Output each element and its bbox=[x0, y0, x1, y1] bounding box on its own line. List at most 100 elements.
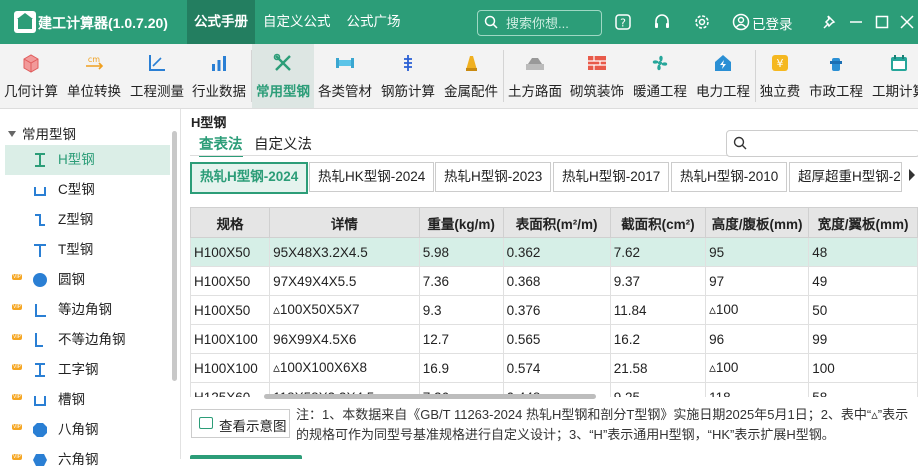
table-row[interactable]: H100X100 96X99X4.5X6 12.7 0.565 16.2 96 … bbox=[190, 324, 918, 354]
table-cell: 118 bbox=[705, 382, 810, 397]
ribbon-masonry[interactable]: 砌筑装饰 bbox=[566, 44, 628, 108]
table-cell: 0.362 bbox=[502, 237, 611, 267]
pin-icon[interactable] bbox=[820, 12, 840, 32]
nav-formula-handbook[interactable]: 公式手册 bbox=[187, 0, 255, 44]
vip-badge: VIP bbox=[12, 454, 23, 460]
fan-icon bbox=[652, 55, 668, 71]
standard-tab-h-2024[interactable]: 热轧H型钢-2024 bbox=[190, 162, 309, 194]
table-cell: 48 bbox=[808, 237, 918, 267]
table-cell: 11.84 bbox=[609, 295, 707, 325]
unit-convert-icon: cm bbox=[86, 55, 104, 70]
octagon-icon bbox=[33, 423, 47, 437]
rebar-icon bbox=[404, 55, 412, 71]
road-icon bbox=[526, 58, 544, 70]
sidebar-item-octagon[interactable]: VIP 八角钢 bbox=[5, 415, 170, 445]
table-cell: ▵100X50X5X7 bbox=[269, 295, 420, 325]
column-header[interactable]: 表面积(m²/m) bbox=[502, 207, 611, 238]
ribbon-hvac[interactable]: 暖通工程 bbox=[628, 44, 692, 108]
ribbon-municipal[interactable]: 市政工程 bbox=[804, 44, 868, 108]
sidebar-item-h-steel[interactable]: H型钢 bbox=[5, 145, 170, 175]
sidebar-item-equal-angle[interactable]: VIP 等边角钢 bbox=[5, 295, 170, 325]
headset-icon[interactable] bbox=[652, 12, 672, 32]
tabs-scroll-right-icon[interactable] bbox=[909, 169, 915, 181]
sidebar-item-z-steel[interactable]: Z型钢 bbox=[5, 205, 170, 235]
standard-tab-h-2023[interactable]: 热轧H型钢-2023 bbox=[435, 162, 552, 192]
title-bar: 建工计算器(1.0.7.20) 公式手册 自定义公式 公式广场 ? 已登录 bbox=[0, 0, 918, 44]
table-row[interactable]: H100X50 95X48X3.2X4.5 5.98 0.362 7.62 95… bbox=[190, 237, 918, 267]
vip-badge: VIP bbox=[12, 364, 23, 370]
svg-text:?: ? bbox=[620, 17, 626, 30]
sidebar-item-channel[interactable]: VIP 槽钢 bbox=[5, 385, 170, 415]
sidebar-item-hexagon[interactable]: VIP 六角钢 bbox=[5, 445, 170, 475]
table-cell: 96X99X4.5X6 bbox=[269, 324, 420, 354]
view-diagram-button[interactable]: 查看示意图 bbox=[191, 409, 290, 438]
svg-text:cm: cm bbox=[88, 55, 100, 64]
table-cell: 16.2 bbox=[609, 324, 707, 354]
ribbon-rebar[interactable]: 钢筋计算 bbox=[376, 44, 440, 108]
table-cell: 5.98 bbox=[418, 237, 504, 267]
table-row[interactable]: H100X50 97X49X4X5.5 7.36 0.368 9.37 97 4… bbox=[190, 266, 918, 296]
angle-icon bbox=[35, 304, 46, 317]
ribbon-unit-convert[interactable]: cm 单位转换 bbox=[62, 44, 126, 108]
maximize-icon[interactable] bbox=[872, 12, 892, 32]
ribbon-survey[interactable]: 工程测量 bbox=[126, 44, 188, 108]
login-status[interactable]: 已登录 bbox=[752, 13, 793, 33]
page-title: H型钢 bbox=[191, 115, 227, 130]
hexagon-icon bbox=[33, 454, 47, 466]
column-header[interactable]: 高度/腹板(mm) bbox=[705, 207, 810, 238]
standard-tab-heavy-2024[interactable]: 超厚超重H型钢-2024 bbox=[789, 162, 902, 192]
ribbon-power[interactable]: 电力工程 bbox=[692, 44, 754, 108]
ribbon-industry-data[interactable]: 行业数据 bbox=[188, 44, 250, 108]
user-icon[interactable] bbox=[731, 12, 751, 32]
table-cell: ▵100 bbox=[705, 295, 810, 325]
ribbon-independent-fee[interactable]: ¥ 独立费 bbox=[756, 44, 804, 108]
column-header[interactable]: 宽度/翼板(mm) bbox=[808, 207, 918, 238]
bottom-action-bar[interactable] bbox=[190, 455, 302, 459]
minimize-icon[interactable] bbox=[846, 12, 866, 32]
ribbon-geometry[interactable]: 几何计算 bbox=[0, 44, 62, 108]
ribbon-common-steel[interactable]: 常用型钢 bbox=[252, 44, 314, 108]
sidebar-item-c-steel[interactable]: C型钢 bbox=[5, 175, 170, 205]
column-header[interactable]: 详情 bbox=[269, 207, 420, 238]
nav-formula-plaza[interactable]: 公式广场 bbox=[339, 0, 409, 44]
table-cell: H100X50 bbox=[190, 266, 271, 296]
table-cell: 58 bbox=[808, 382, 918, 397]
standard-tab-hk-2024[interactable]: 热轧HK型钢-2024 bbox=[309, 162, 435, 192]
global-search[interactable] bbox=[477, 10, 602, 36]
h-beam-icon bbox=[35, 153, 45, 167]
table-search-field[interactable] bbox=[726, 130, 918, 157]
ribbon-earthwork[interactable]: 土方路面 bbox=[504, 44, 566, 108]
search-input[interactable] bbox=[504, 14, 598, 32]
help-icon[interactable]: ? bbox=[613, 12, 633, 32]
table-cell: 50 bbox=[808, 295, 918, 325]
table-cell: 100 bbox=[808, 353, 918, 383]
tab-custom-method[interactable]: 自定义法 bbox=[254, 133, 312, 155]
table-cell: 0.565 bbox=[502, 324, 611, 354]
column-header[interactable]: 规格 bbox=[190, 207, 271, 238]
vip-badge: VIP bbox=[12, 334, 23, 340]
sidebar-item-unequal-angle[interactable]: VIP 不等边角钢 bbox=[5, 325, 170, 355]
sidebar-item-i-beam[interactable]: VIP 工字钢 bbox=[5, 355, 170, 385]
hydrant-icon bbox=[830, 58, 842, 71]
ribbon-schedule[interactable]: 工期计算 bbox=[868, 44, 918, 108]
standard-tab-h-2010[interactable]: 热轧H型钢-2010 bbox=[671, 162, 788, 192]
table-cell: 49 bbox=[808, 266, 918, 296]
close-icon[interactable] bbox=[897, 12, 917, 32]
sidebar-group-header[interactable]: 常用型钢 bbox=[8, 123, 76, 143]
table-cell: 9.3 bbox=[418, 295, 504, 325]
sidebar-item-round-steel[interactable]: VIP 圆钢 bbox=[5, 265, 170, 295]
ribbon-hardware[interactable]: 金属配件 bbox=[440, 44, 502, 108]
standard-tab-h-2017[interactable]: 热轧H型钢-2017 bbox=[553, 162, 670, 192]
sidebar-item-t-steel[interactable]: T型钢 bbox=[5, 235, 170, 265]
table-row[interactable]: H100X100 ▵100X100X6X8 16.9 0.574 21.58 ▵… bbox=[190, 353, 918, 383]
column-header[interactable]: 截面积(cm²) bbox=[609, 207, 707, 238]
table-row[interactable]: H100X50 ▵100X50X5X7 9.3 0.376 11.84 ▵100… bbox=[190, 295, 918, 325]
tab-lookup-table[interactable]: 查表法 bbox=[199, 133, 243, 157]
ribbon-pipes[interactable]: 各类管材 bbox=[314, 44, 376, 108]
table-cell: 95X48X3.2X4.5 bbox=[269, 237, 420, 267]
sidebar-scrollbar[interactable] bbox=[172, 131, 177, 381]
settings-icon[interactable] bbox=[692, 12, 712, 32]
nav-custom-formula[interactable]: 自定义公式 bbox=[255, 0, 339, 44]
table-horizontal-scrollbar[interactable] bbox=[264, 394, 596, 399]
column-header[interactable]: 重量(kg/m) bbox=[418, 207, 504, 238]
